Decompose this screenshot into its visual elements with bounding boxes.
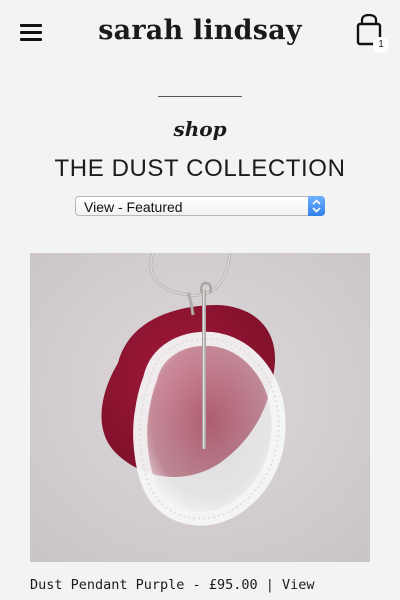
view-product-link[interactable]: View (282, 577, 315, 593)
cart-button[interactable]: 1 (356, 14, 392, 53)
product-name: Dust Pendant Purple (30, 577, 185, 593)
brand-logo[interactable]: sarah lindsay (0, 15, 400, 46)
product-price: £95.00 (208, 577, 258, 593)
site-header: sarah lindsay 1 (0, 0, 400, 70)
caption-separator: | (265, 577, 274, 593)
sort-select-value: View - Featured (84, 199, 183, 215)
sort-select[interactable]: View - Featured (75, 196, 325, 216)
product-image[interactable] (30, 253, 370, 562)
product-caption: Dust Pendant Purple - £95.00 | View (30, 577, 315, 593)
product-price-separator: - (192, 577, 209, 593)
section-kicker: shop (173, 117, 227, 141)
header-divider (158, 96, 242, 97)
pendant-photo (30, 253, 370, 562)
page-title: THE DUST COLLECTION (54, 155, 346, 182)
cart-count-badge: 1 (373, 37, 389, 53)
updown-chevron-icon (308, 196, 325, 216)
